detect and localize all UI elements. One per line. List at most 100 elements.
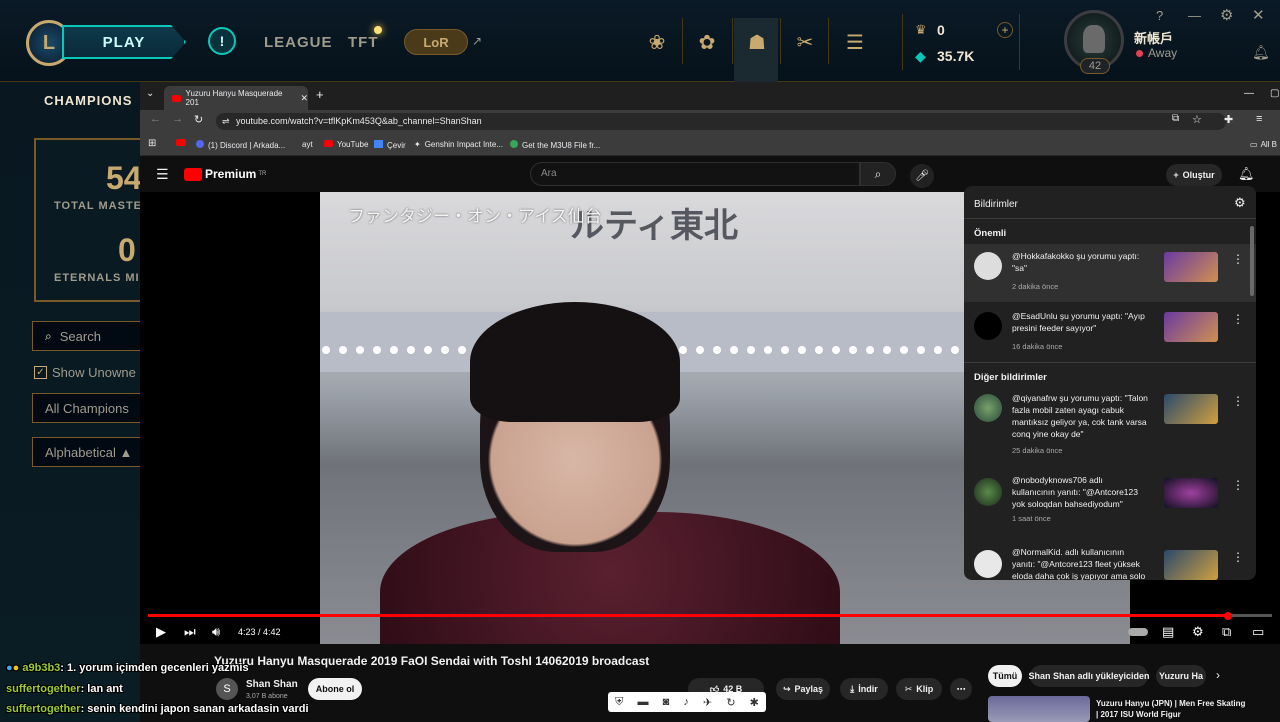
back-icon[interactable]: ←: [150, 113, 161, 125]
window-minimize-icon[interactable]: —: [1244, 88, 1254, 99]
champion-search[interactable]: ⌕ Search: [32, 321, 152, 351]
hamburger-icon[interactable]: ☰: [156, 166, 169, 183]
next-icon[interactable]: ⏭︎: [184, 624, 196, 640]
related-video-title[interactable]: Yuzuru Hanyu (JPN) | Men Free Skating | …: [1096, 698, 1246, 720]
more-options-icon[interactable]: ⋮: [1232, 252, 1244, 266]
channel-avatar[interactable]: S: [216, 678, 238, 700]
site-info-icon[interactable]: ⇌: [222, 113, 230, 130]
bookmark-m3u8[interactable]: Get the M3U8 File fr...: [510, 140, 600, 150]
bookmark-genshin[interactable]: ✦ Genshin Impact Inte...: [414, 140, 503, 149]
youtube-bookmark-icon[interactable]: [176, 139, 186, 146]
create-button[interactable]: + Oluştur: [1166, 164, 1222, 186]
menu-icon[interactable]: ≡: [1256, 113, 1262, 125]
related-video-thumbnail[interactable]: [988, 696, 1090, 722]
theater-mode-icon[interactable]: ▭: [1252, 624, 1264, 640]
close-icon[interactable]: ✕: [1252, 6, 1265, 24]
camera-icon[interactable]: ◙: [663, 696, 670, 708]
panel-scrollbar[interactable]: [1250, 226, 1254, 296]
bookmark-discord[interactable]: (1) Discord | Arkada...: [196, 140, 285, 150]
settings-gear-icon[interactable]: ⚙: [1192, 624, 1204, 640]
rink-light: [356, 346, 364, 354]
notifications-bell-icon[interactable]: 🔔︎: [1238, 166, 1255, 182]
more-options-icon[interactable]: ⋮: [1232, 312, 1244, 326]
search-button[interactable]: ⌕: [860, 162, 896, 186]
chip-all[interactable]: Tümü: [988, 665, 1022, 687]
youtube-search-input[interactable]: Ara: [530, 162, 860, 186]
subscribe-button[interactable]: Abone ol: [308, 678, 362, 700]
collection-icon[interactable]: ☗: [744, 30, 770, 56]
progress-scrubber[interactable]: [1224, 612, 1232, 620]
notification-item[interactable]: @NormalKid. adlı kullanıcının yanıtı: "@…: [964, 546, 1256, 580]
more-options-icon[interactable]: ⋮: [1232, 394, 1244, 408]
bookmark-ayt[interactable]: ayt: [302, 140, 313, 149]
browser-tab[interactable]: Yuzuru Hanyu Masquerade 201 ✕: [164, 86, 308, 110]
miniplayer-icon[interactable]: ⧉: [1222, 624, 1231, 640]
video-progress-bar[interactable]: [148, 614, 1272, 617]
extensions-icon[interactable]: ✚: [1224, 113, 1233, 126]
notification-settings-icon[interactable]: ⚙: [1234, 195, 1246, 211]
chip-next-icon[interactable]: ›: [1216, 668, 1220, 682]
download-button[interactable]: ⤓ İndir: [840, 678, 888, 700]
chip-uploader[interactable]: Shan Shan adlı yükleyiciden: [1028, 665, 1150, 687]
window-maximize-icon[interactable]: ▢: [1270, 88, 1279, 99]
nav-league[interactable]: LEAGUE: [264, 34, 333, 51]
status-text[interactable]: Away: [1148, 46, 1177, 60]
reload-icon[interactable]: ↻: [194, 113, 203, 126]
loot-icon[interactable]: ✂: [792, 30, 818, 56]
info-icon[interactable]: !: [208, 27, 236, 55]
notification-item[interactable]: @nobodyknows706 adlı kullanıcının yanıtı…: [964, 474, 1256, 534]
sort-select[interactable]: Alphabetical ▲: [32, 437, 152, 467]
refresh-icon[interactable]: ↻: [726, 696, 735, 709]
play-icon[interactable]: ▶: [156, 624, 166, 640]
tab-close-icon[interactable]: ✕: [300, 93, 308, 104]
notification-item[interactable]: @qiyanafrw şu yorumu yaptı: "Talon fazla…: [964, 390, 1256, 460]
all-bookmarks[interactable]: ▭ All B: [1250, 140, 1277, 149]
bell-icon[interactable]: 🔔︎: [1252, 44, 1270, 61]
address-bar: ← → ↻ ⇌ youtube.com/watch?v=tflKpKm453Q&…: [140, 110, 1280, 132]
profile-icon[interactable]: ✿: [694, 30, 720, 56]
tools-icon[interactable]: ✱: [750, 696, 759, 709]
share-button[interactable]: ↪ Paylaş: [776, 678, 830, 700]
help-icon[interactable]: ?: [1156, 8, 1163, 23]
subtitles-icon[interactable]: ▤: [1162, 624, 1174, 640]
shield-icon[interactable]: ⛨: [615, 696, 623, 709]
play-button[interactable]: PLAY: [62, 25, 186, 59]
chip-yuzuru[interactable]: Yuzuru Ha: [1156, 665, 1206, 687]
tab-champions[interactable]: CHAMPIONS: [44, 93, 132, 108]
divider: [682, 18, 683, 64]
gear-icon[interactable]: ⚙: [1220, 6, 1233, 24]
channel-name[interactable]: Shan Shan: [246, 679, 298, 690]
new-tab-button[interactable]: +: [316, 87, 324, 102]
clip-button[interactable]: ✂ Klip: [896, 678, 942, 700]
notification-item[interactable]: @EsadUnlu şu yorumu yaptı: "Ayıp presini…: [964, 306, 1256, 362]
mic-icon[interactable]: 🎤︎: [910, 164, 934, 188]
nav-tft[interactable]: TFT: [348, 34, 379, 51]
add-rp-button[interactable]: +: [997, 22, 1013, 38]
more-options-icon[interactable]: ⋮: [1232, 478, 1244, 492]
download-icon: ⤓: [850, 683, 855, 694]
forward-icon[interactable]: →: [172, 113, 183, 125]
notification-item[interactable]: @Hokkafakokko şu yorumu yaptı: "sa" 2 da…: [964, 244, 1256, 302]
pin-icon[interactable]: ✈: [703, 696, 712, 709]
youtube-logo[interactable]: Premium TR: [184, 167, 266, 181]
store-icon[interactable]: ☰: [842, 30, 868, 56]
minimize-icon[interactable]: —: [1188, 8, 1201, 23]
audio-icon[interactable]: ♪: [683, 696, 689, 708]
bookmark-cevir[interactable]: Çevir: [374, 140, 406, 150]
apps-icon[interactable]: ⊞: [148, 138, 156, 149]
show-unowned-checkbox[interactable]: ✓: [34, 366, 47, 379]
star-icon[interactable]: ☆: [1192, 113, 1202, 126]
url-field[interactable]: ⇌ youtube.com/watch?v=tflKpKm453Q&ab_cha…: [216, 113, 1226, 130]
volume-icon[interactable]: 🔊︎: [212, 624, 220, 640]
video-camera-icon[interactable]: ▬: [637, 696, 648, 708]
external-link-icon[interactable]: ↗: [472, 34, 482, 48]
lor-button[interactable]: LoR: [404, 29, 468, 55]
tab-search-icon[interactable]: ⌄: [146, 88, 154, 99]
more-options-icon[interactable]: ⋮: [1232, 550, 1244, 564]
champion-filter-select[interactable]: All Champions: [32, 393, 152, 423]
more-actions-button[interactable]: ⋯: [950, 678, 972, 700]
cast-icon[interactable]: ⧉: [1172, 113, 1179, 124]
home-icon[interactable]: ❀: [644, 30, 670, 56]
autoplay-toggle[interactable]: [1128, 628, 1148, 636]
bookmark-youtube[interactable]: YouTube: [324, 140, 368, 149]
